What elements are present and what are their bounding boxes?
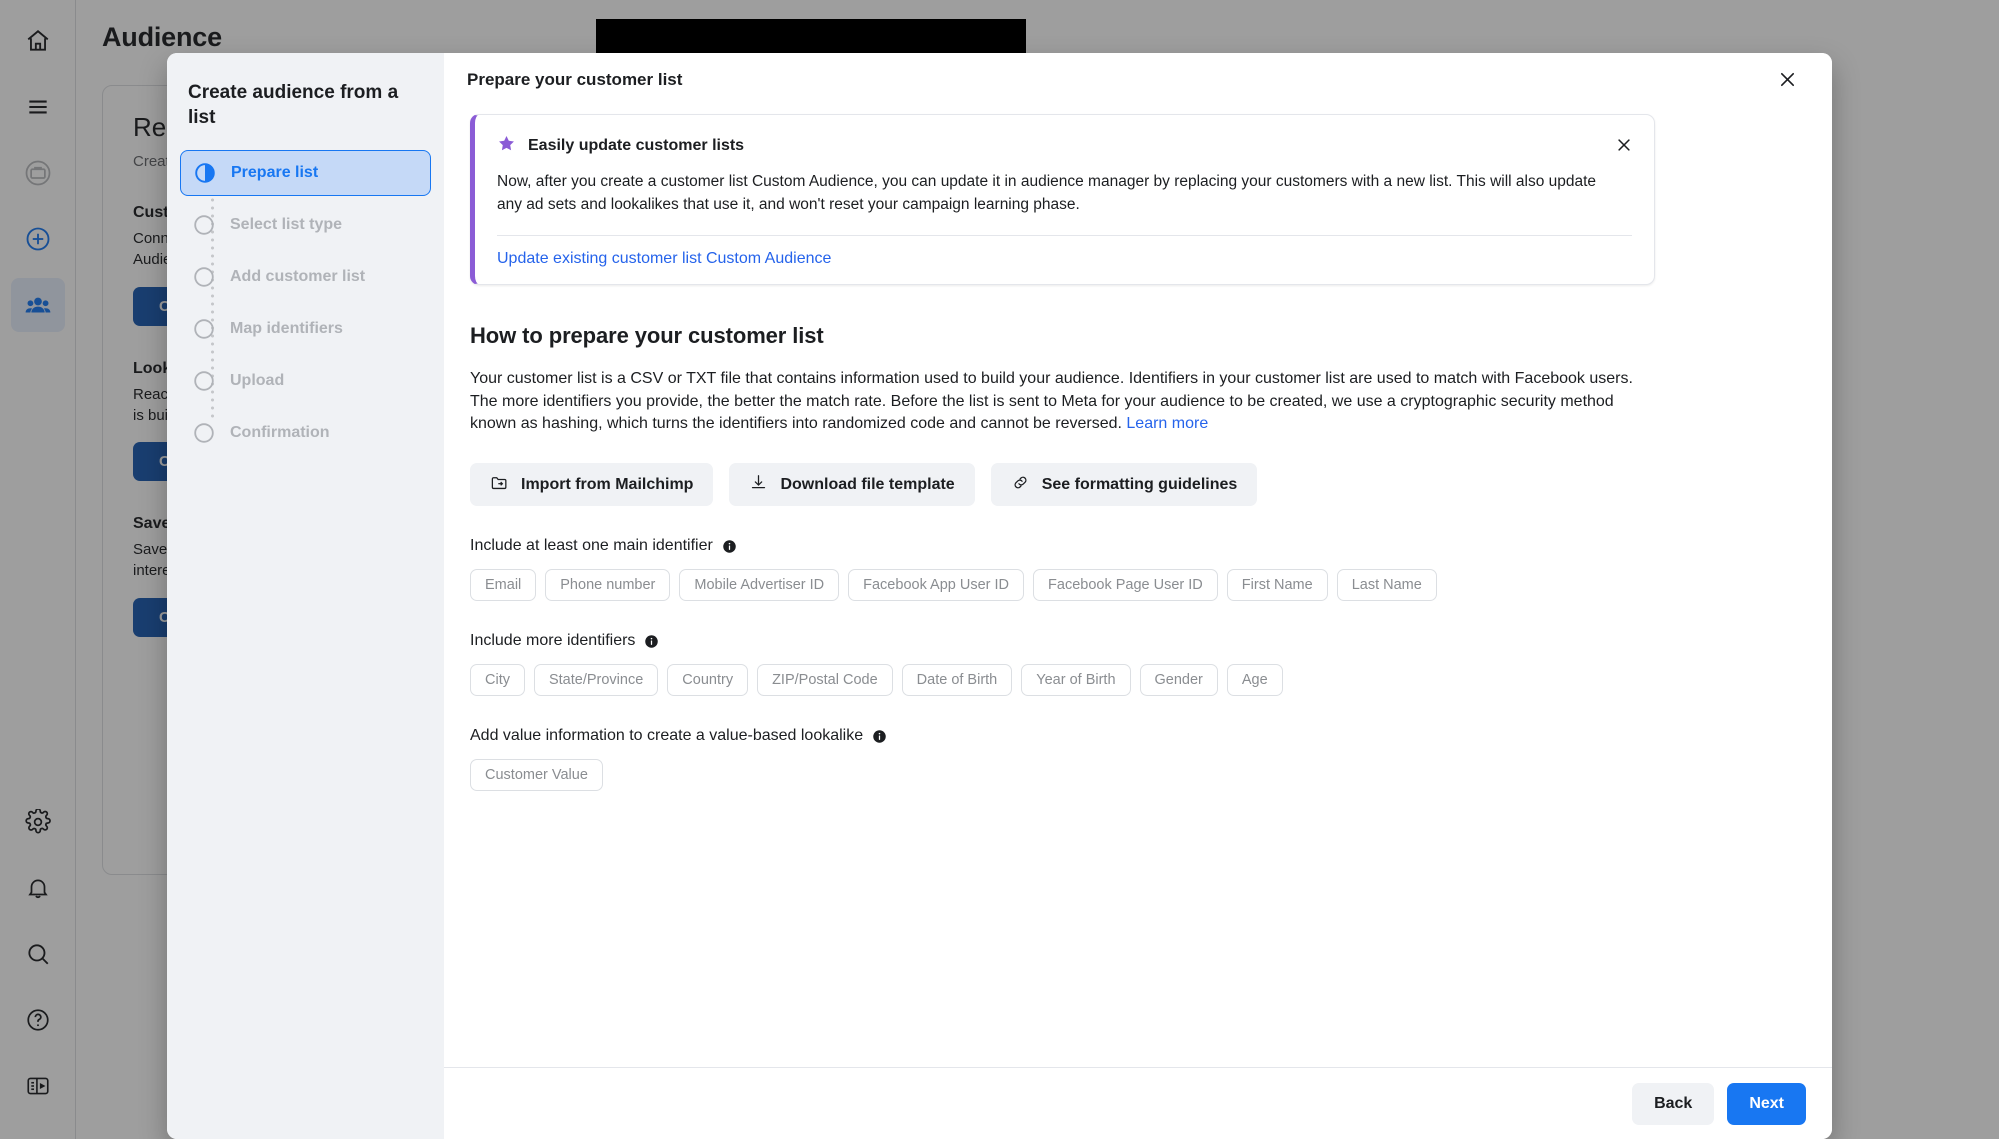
group-label-text: Include more identifiers [470, 632, 636, 650]
modal-stepper: Create audience from a list Prepare list [167, 53, 444, 1139]
action-buttons-row: Import from Mailchimp Download file temp… [470, 463, 1807, 507]
step-map-identifiers[interactable]: Map identifiers [180, 306, 431, 352]
identifier-chip: Last Name [1336, 569, 1437, 602]
identifier-chip: ZIP/Postal Code [757, 664, 893, 697]
step-label: Add customer list [230, 268, 366, 286]
chip-list: City State/Province Country ZIP/Postal C… [470, 664, 1807, 697]
import-folder-icon [490, 473, 509, 497]
chip-list: Customer Value [470, 759, 1807, 792]
info-icon[interactable] [722, 539, 737, 554]
app-root: Audience Reach new people with your ads … [0, 0, 1999, 1139]
identifier-chip: City [470, 664, 525, 697]
identifier-chip: Year of Birth [1021, 664, 1131, 697]
step-label: Select list type [230, 216, 343, 234]
chip-list: Email Phone number Mobile Advertiser ID … [470, 569, 1807, 602]
step-prepare-list[interactable]: Prepare list [180, 150, 431, 197]
import-from-mailchimp-button[interactable]: Import from Mailchimp [470, 463, 714, 507]
star-icon [497, 134, 516, 158]
empty-circle-icon [192, 421, 216, 445]
info-icon[interactable] [872, 729, 887, 744]
promo-banner: Easily update customer lists Now, after … [470, 114, 1655, 285]
identifier-chip: Date of Birth [901, 664, 1013, 697]
step-label: Confirmation [230, 424, 330, 442]
link-icon [1011, 473, 1030, 497]
step-confirmation[interactable]: Confirmation [180, 410, 431, 456]
empty-circle-icon [192, 265, 216, 289]
promo-close-icon[interactable] [1608, 129, 1640, 161]
group-label: Include more identifiers [470, 632, 1807, 650]
empty-circle-icon [192, 213, 216, 237]
step-upload[interactable]: Upload [180, 358, 431, 404]
empty-circle-icon [192, 317, 216, 341]
identifier-chip: Country [667, 664, 749, 697]
identifier-chip: Facebook Page User ID [1033, 569, 1218, 602]
stepper-title: Create audience from a list [188, 82, 399, 129]
identifier-group-main: Include at least one main identifier Ema… [470, 537, 1807, 602]
learn-more-link[interactable]: Learn more [1126, 415, 1208, 432]
identifier-chip: Customer Value [470, 759, 603, 792]
step-list: Prepare list Select list type Add custom… [180, 150, 431, 456]
info-icon[interactable] [644, 634, 659, 649]
action-label: Download file template [780, 475, 955, 493]
modal-header: Prepare your customer list [444, 53, 1832, 106]
identifier-chip: Age [1226, 664, 1283, 697]
group-label-text: Add value information to create a value-… [470, 727, 864, 745]
promo-header: Easily update customer lists [497, 134, 1632, 158]
download-file-template-button[interactable]: Download file template [729, 463, 975, 507]
step-select-list-type[interactable]: Select list type [180, 202, 431, 248]
identifier-group-more: Include more identifiers City State/Prov… [470, 632, 1807, 697]
step-add-customer-list[interactable]: Add customer list [180, 254, 431, 300]
create-audience-modal: Create audience from a list Prepare list [167, 53, 1832, 1139]
action-label: Import from Mailchimp [521, 475, 694, 493]
back-button[interactable]: Back [1632, 1082, 1715, 1125]
close-icon[interactable] [1768, 61, 1806, 99]
howto-text: Your customer list is a CSV or TXT file … [470, 369, 1633, 433]
identifier-chip: First Name [1226, 569, 1328, 602]
see-formatting-guidelines-button[interactable]: See formatting guidelines [990, 463, 1258, 507]
identifier-chip: Facebook App User ID [848, 569, 1025, 602]
modal-footer: Back Next [444, 1067, 1832, 1139]
group-label: Add value information to create a value-… [470, 727, 1807, 745]
identifier-chip: Phone number [545, 569, 671, 602]
step-label: Prepare list [231, 164, 319, 182]
next-button[interactable]: Next [1727, 1082, 1806, 1125]
promo-title: Easily update customer lists [528, 137, 745, 154]
howto-heading: How to prepare your customer list [470, 322, 824, 348]
update-existing-audience-link[interactable]: Update existing customer list Custom Aud… [497, 250, 831, 268]
promo-body: Now, after you create a customer list Cu… [497, 173, 1597, 213]
modal-body: Easily update customer lists Now, after … [444, 106, 1832, 1067]
identifier-group-value: Add value information to create a value-… [470, 727, 1807, 792]
step-label: Map identifiers [230, 320, 343, 338]
identifier-chip: Gender [1139, 664, 1218, 697]
identifier-chip: Email [470, 569, 537, 602]
half-filled-circle-icon [193, 161, 217, 185]
empty-circle-icon [192, 369, 216, 393]
promo-divider [497, 234, 1632, 236]
group-label-text: Include at least one main identifier [470, 537, 713, 555]
modal-panel: Prepare your customer list Easily update… [444, 53, 1832, 1139]
group-label: Include at least one main identifier [470, 537, 1807, 555]
download-icon [749, 473, 768, 497]
step-label: Upload [230, 372, 285, 390]
identifier-chip: Mobile Advertiser ID [679, 569, 840, 602]
howto-body: Your customer list is a CSV or TXT file … [470, 368, 1655, 436]
identifier-chip: State/Province [533, 664, 659, 697]
modal-title: Prepare your customer list [467, 69, 683, 89]
action-label: See formatting guidelines [1041, 475, 1238, 493]
